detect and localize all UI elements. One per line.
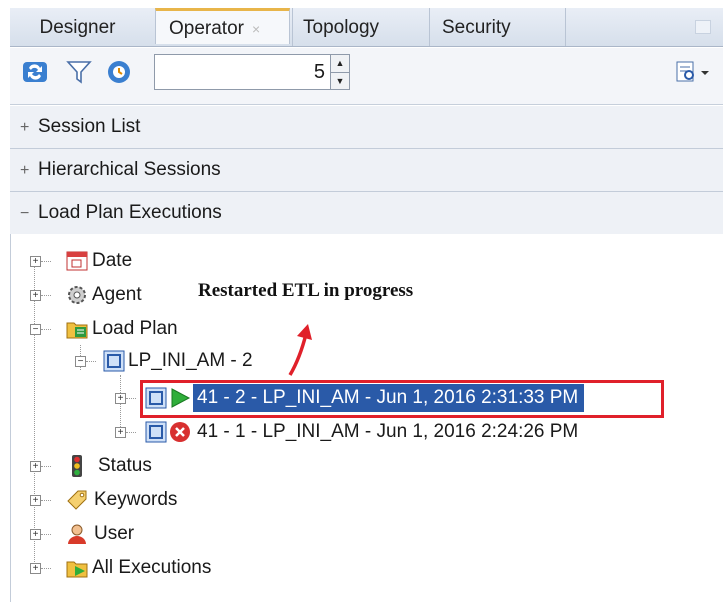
tree-node-label: Agent xyxy=(92,284,142,305)
tree-node-user[interactable]: + User xyxy=(30,520,230,548)
tag-icon xyxy=(67,490,87,510)
tab-bar: Designer Operator × Topology Security xyxy=(10,8,723,47)
tab-operator-label: Operator xyxy=(169,18,244,39)
tab-security-label: Security xyxy=(442,17,511,38)
tree-node-date[interactable]: + Date xyxy=(30,247,230,275)
collapse-icon[interactable]: − xyxy=(75,356,86,367)
load-plan-icon xyxy=(145,421,167,443)
traffic-light-icon xyxy=(72,455,82,477)
tree-node-load-plan-instance[interactable]: − LP_INI_AM - 2 xyxy=(75,347,315,375)
tree-node-all-executions[interactable]: + All Executions xyxy=(30,554,270,582)
tree-node-label: Status xyxy=(98,455,152,476)
stepper-value: 5 xyxy=(313,61,325,83)
tab-security[interactable]: Security xyxy=(429,8,566,46)
tree-node-label: Date xyxy=(92,250,133,271)
section-load-plan-executions[interactable]: − Load Plan Executions xyxy=(10,192,723,235)
expand-icon[interactable]: + xyxy=(30,495,41,506)
expand-icon[interactable]: + xyxy=(20,150,32,192)
expand-icon[interactable]: + xyxy=(30,290,41,301)
tab-topology[interactable]: Topology xyxy=(292,8,429,46)
expand-icon[interactable]: + xyxy=(115,393,126,404)
chevron-down-icon[interactable]: ▼ xyxy=(331,72,349,89)
refresh-interval-stepper[interactable]: 5 ▲ ▼ xyxy=(154,54,350,90)
expand-icon[interactable]: + xyxy=(30,563,41,574)
collapse-icon[interactable]: − xyxy=(20,193,32,235)
annotation-text: Restarted ETL in progress xyxy=(198,280,414,301)
collapse-icon[interactable]: − xyxy=(30,324,41,335)
section-hierarchical-sessions[interactable]: + Hierarchical Sessions xyxy=(10,149,723,192)
tree-node-label: Keywords xyxy=(94,489,178,510)
executions-folder-icon xyxy=(66,561,88,578)
auto-refresh-icon[interactable] xyxy=(106,59,132,85)
tree-node-load-plan[interactable]: − Load Plan xyxy=(30,315,230,343)
error-icon xyxy=(170,422,190,442)
tree-node-label: All Executions xyxy=(92,557,212,578)
expand-icon[interactable]: + xyxy=(30,529,41,540)
tree-node-label: LP_INI_AM - 2 xyxy=(128,350,253,371)
expand-icon[interactable]: + xyxy=(30,256,41,267)
toolbar: 5 ▲ ▼ xyxy=(10,48,723,105)
filter-icon[interactable] xyxy=(66,59,92,85)
minimize-icon[interactable] xyxy=(695,20,711,34)
stepper-buttons[interactable]: ▲ ▼ xyxy=(330,55,349,89)
expand-icon[interactable]: + xyxy=(115,427,126,438)
section-label: Session List xyxy=(38,116,141,137)
chevron-up-icon[interactable]: ▲ xyxy=(331,55,349,72)
tree-node-status[interactable]: + Status xyxy=(30,452,230,480)
calendar-icon xyxy=(66,251,88,271)
tree-node-execution-error[interactable]: + 41 - 1 - LP_INI_AM - Jun 1, 2016 2:24:… xyxy=(115,418,655,446)
gear-icon xyxy=(68,286,86,304)
highlight-box xyxy=(140,380,664,418)
annotation-arrow-icon xyxy=(288,324,312,376)
view-menu-icon[interactable] xyxy=(675,60,711,84)
section-label: Load Plan Executions xyxy=(38,202,222,223)
expand-icon[interactable]: + xyxy=(20,107,32,149)
close-icon[interactable]: × xyxy=(252,21,260,37)
refresh-icon[interactable] xyxy=(22,59,48,85)
expand-icon[interactable]: + xyxy=(30,461,41,472)
section-label: Hierarchical Sessions xyxy=(38,159,221,180)
tab-designer[interactable]: Designer xyxy=(10,8,145,46)
tree-node-label: 41 - 1 - LP_INI_AM - Jun 1, 2016 2:24:26… xyxy=(197,421,579,442)
tab-designer-label: Designer xyxy=(39,17,116,38)
tree-node-keywords[interactable]: + Keywords xyxy=(30,486,230,514)
tab-operator[interactable]: Operator × xyxy=(155,8,290,44)
load-plan-icon xyxy=(103,350,125,372)
user-icon xyxy=(68,524,86,544)
section-session-list[interactable]: + Session List xyxy=(10,106,723,149)
tab-topology-label: Topology xyxy=(303,17,380,38)
tree-node-label: User xyxy=(94,523,135,544)
tree-node-label: Load Plan xyxy=(92,318,178,339)
load-plan-folder-icon xyxy=(66,322,88,339)
